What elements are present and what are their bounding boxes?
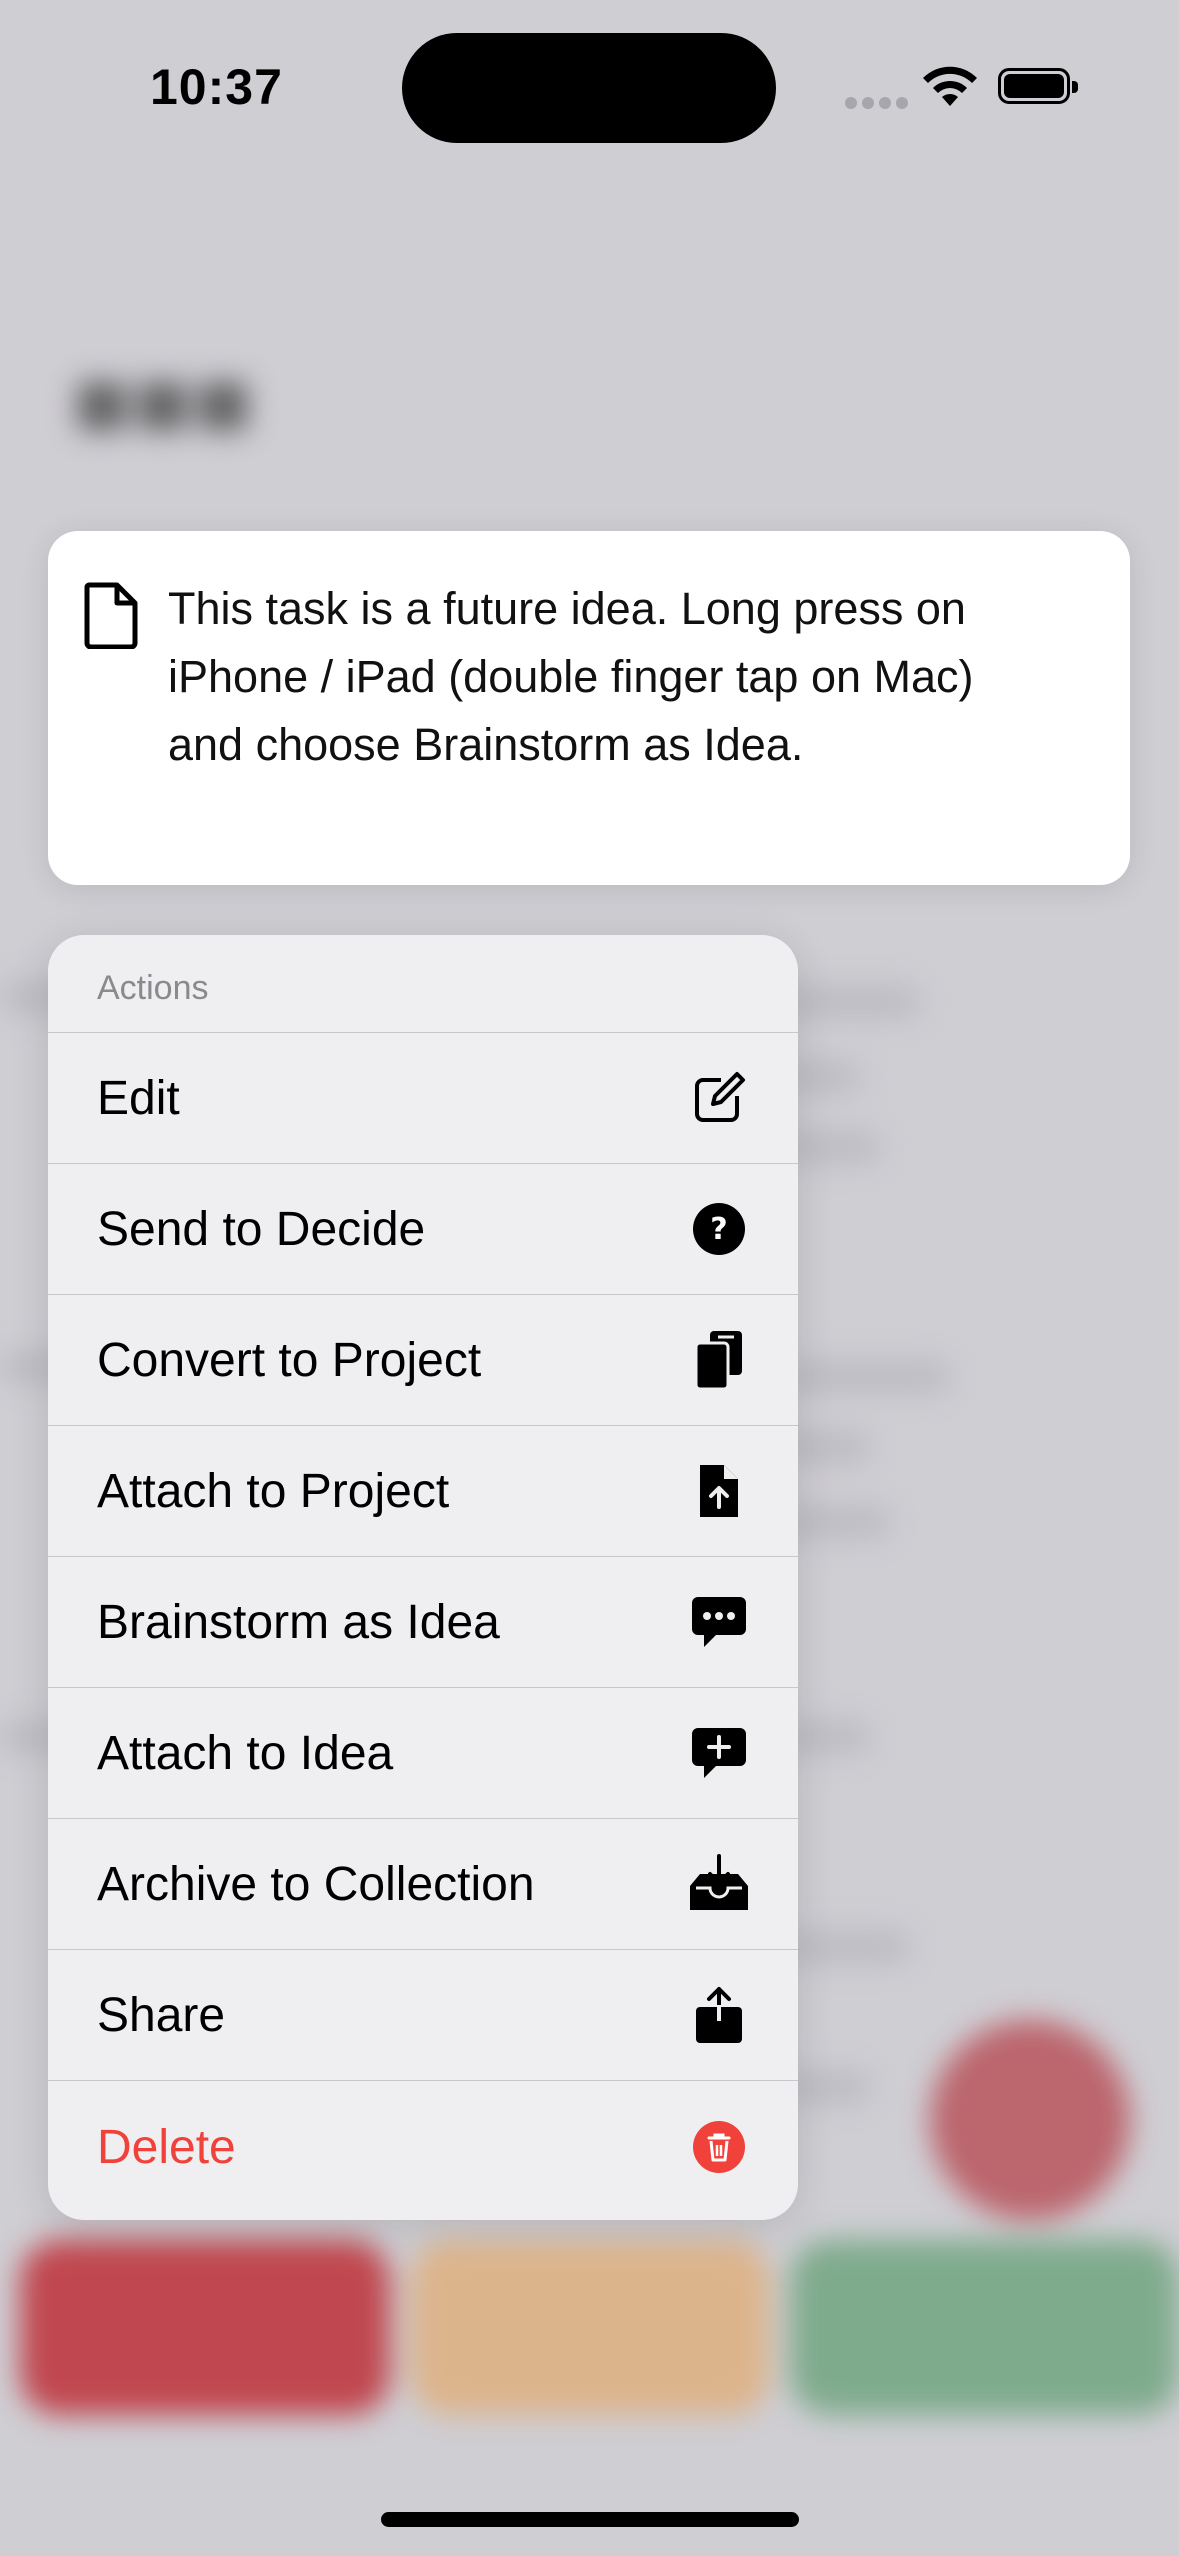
battery-icon xyxy=(998,68,1078,104)
menu-item-label: Edit xyxy=(97,1071,180,1125)
document-icon xyxy=(81,581,141,650)
background-tab-red xyxy=(20,2240,390,2415)
menu-item-delete[interactable]: Delete xyxy=(48,2081,798,2213)
trash-circle-icon xyxy=(688,2116,750,2178)
svg-text:?: ? xyxy=(710,1212,727,1247)
background-add-button xyxy=(930,2020,1130,2220)
dynamic-island xyxy=(402,33,776,143)
menu-item-label: Attach to Project xyxy=(97,1464,450,1518)
document-upload-icon xyxy=(688,1460,750,1522)
wifi-icon xyxy=(920,64,980,113)
tray-download-icon xyxy=(688,1853,750,1915)
home-indicator xyxy=(381,2512,799,2527)
menu-item-send-to-decide[interactable]: Send to Decide ? xyxy=(48,1164,798,1295)
share-icon xyxy=(688,1984,750,2046)
background-title-placeholder: ■■■ xyxy=(72,346,254,458)
menu-item-label: Convert to Project xyxy=(97,1333,482,1387)
background-tab-orange xyxy=(410,2240,770,2415)
menu-item-label: Share xyxy=(97,1988,226,2042)
question-circle-icon: ? xyxy=(688,1198,750,1260)
cellular-signal-icon xyxy=(845,96,913,114)
status-time: 10:37 xyxy=(150,59,283,115)
context-menu: Actions Edit Send to Decide ? Convert to… xyxy=(48,935,798,2220)
background-row xyxy=(780,1930,910,1964)
background-row xyxy=(780,1360,950,1394)
menu-item-label: Archive to Collection xyxy=(97,1857,535,1911)
documents-icon xyxy=(688,1329,750,1391)
square-pencil-icon xyxy=(688,1067,750,1129)
menu-item-label: Send to Decide xyxy=(97,1202,426,1256)
menu-item-edit[interactable]: Edit xyxy=(48,1033,798,1164)
menu-item-share[interactable]: Share xyxy=(48,1950,798,2081)
menu-item-archive-to-collection[interactable]: Archive to Collection xyxy=(48,1819,798,1950)
menu-item-attach-to-project[interactable]: Attach to Project xyxy=(48,1426,798,1557)
task-preview-card: This task is a future idea. Long press o… xyxy=(48,531,1130,885)
background-back-link xyxy=(40,255,270,291)
menu-item-attach-to-idea[interactable]: Attach to Idea xyxy=(48,1688,798,1819)
background-row xyxy=(780,985,920,1019)
menu-item-label: Delete xyxy=(97,2120,236,2174)
menu-item-convert-to-project[interactable]: Convert to Project xyxy=(48,1295,798,1426)
speech-bubble-ellipsis-icon xyxy=(688,1591,750,1653)
menu-item-label: Brainstorm as Idea xyxy=(97,1595,500,1649)
background-tab-green xyxy=(790,2240,1179,2415)
speech-bubble-plus-icon xyxy=(688,1722,750,1784)
menu-item-brainstorm-as-idea[interactable]: Brainstorm as Idea xyxy=(48,1557,798,1688)
task-preview-text: This task is a future idea. Long press o… xyxy=(168,583,974,770)
menu-header: Actions xyxy=(48,935,798,1033)
menu-item-label: Attach to Idea xyxy=(97,1726,394,1780)
